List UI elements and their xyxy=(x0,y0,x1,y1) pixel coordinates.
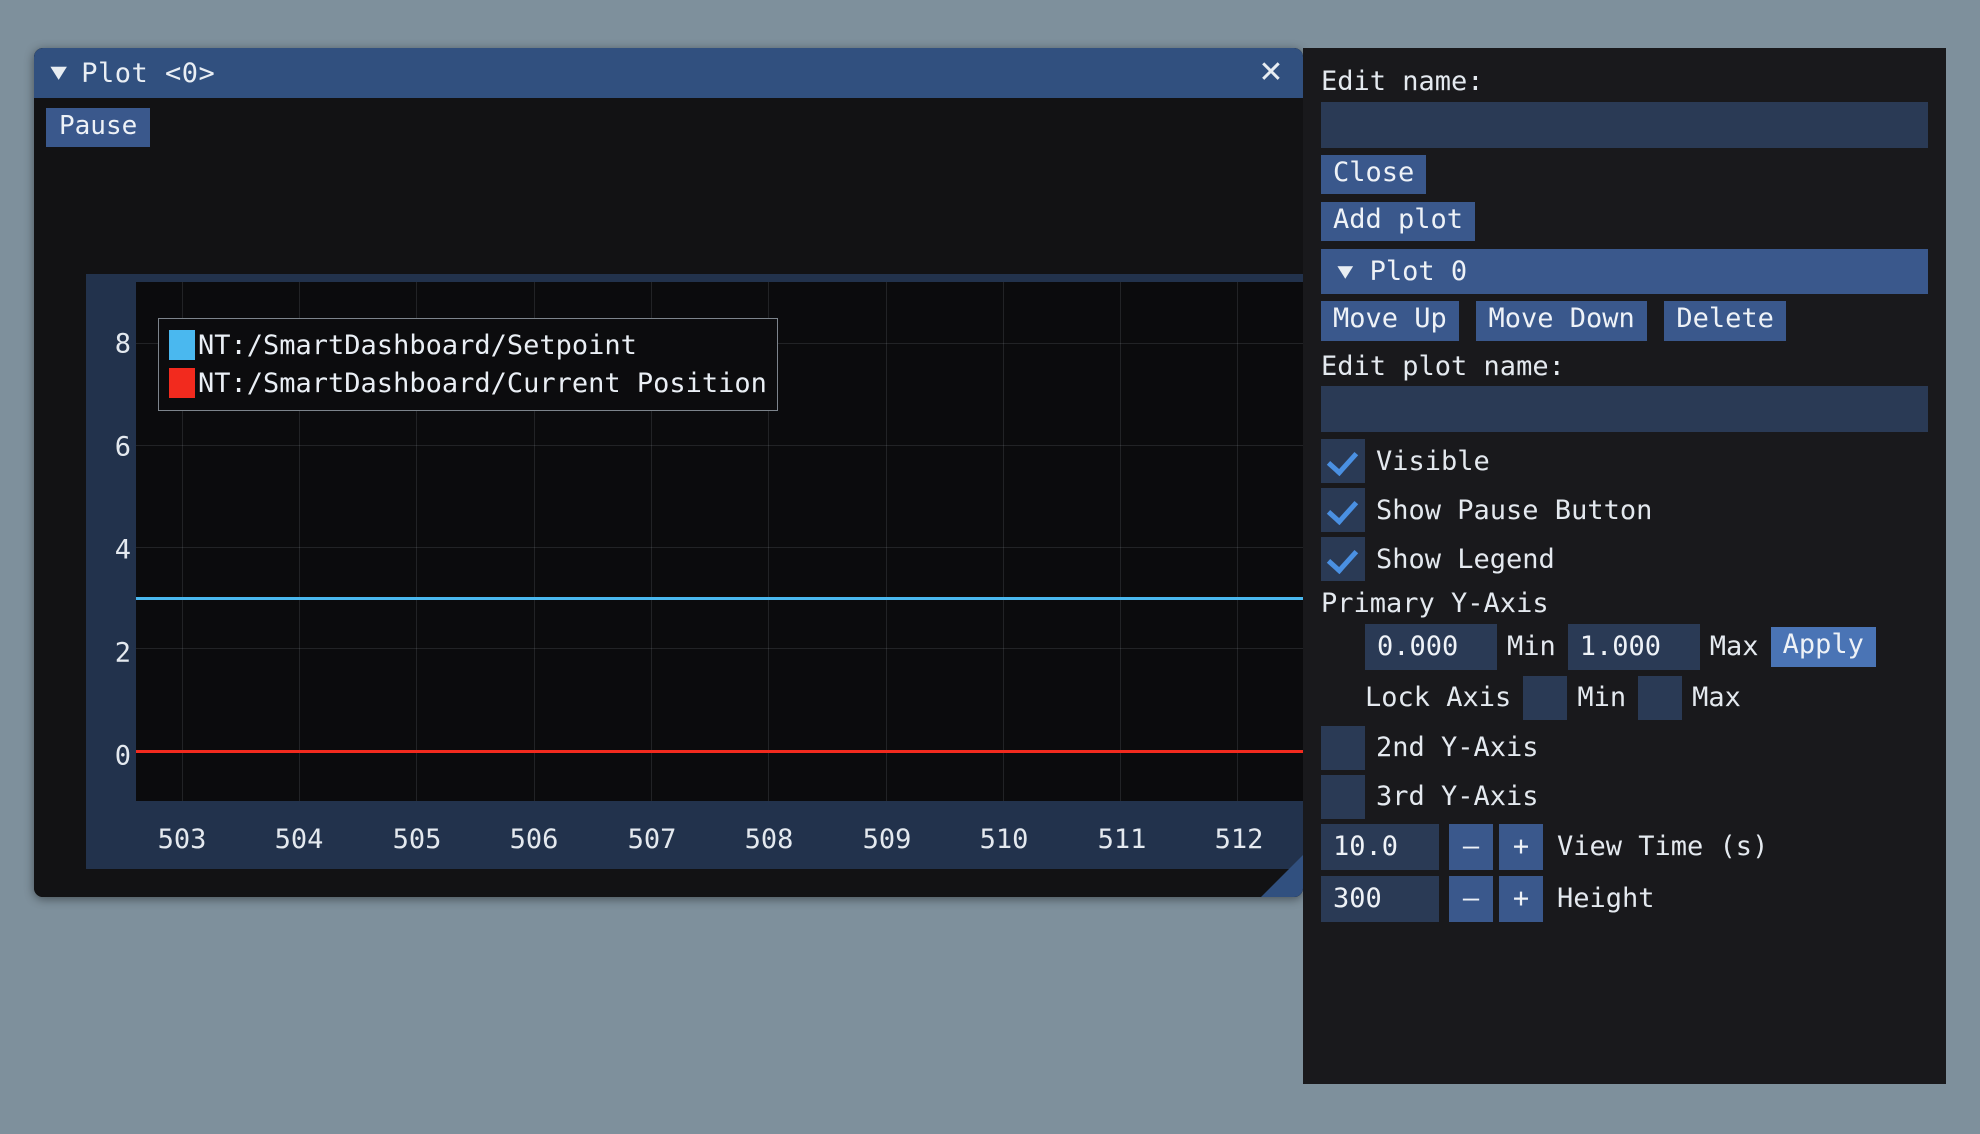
view-time-label: View Time (s) xyxy=(1557,831,1769,863)
gridline-horizontal xyxy=(136,648,1303,650)
lock-axis-max-label: Max xyxy=(1692,682,1741,714)
move-up-button[interactable]: Move Up xyxy=(1321,301,1459,341)
legend-item: NT:/SmartDashboard/Current Position xyxy=(169,364,767,402)
x-axis-tick-label: 510 xyxy=(979,824,1029,855)
plot-window-titlebar[interactable]: ▼ Plot <0> ✕ xyxy=(34,48,1303,98)
chart-frame: NT:/SmartDashboard/Setpoint NT:/SmartDas… xyxy=(86,274,1303,869)
primary-y-axis-heading: Primary Y-Axis xyxy=(1321,588,1549,620)
height-increment-button[interactable]: + xyxy=(1499,875,1543,922)
y-axis-tick-label: 4 xyxy=(114,534,131,566)
checkbox-row-3rd-y-axis[interactable]: 3rd Y-Axis xyxy=(1321,774,1928,819)
y-axis-min-label: Min xyxy=(1507,631,1556,663)
visible-checkbox-label: Visible xyxy=(1376,445,1490,477)
show-pause-button-checkbox[interactable] xyxy=(1321,488,1365,533)
settings-panel: Edit name: Close Add plot ▼ Plot 0 Move … xyxy=(1303,48,1946,1084)
legend-item-label: NT:/SmartDashboard/Current Position xyxy=(198,367,767,399)
second-y-axis-label: 2nd Y-Axis xyxy=(1376,732,1539,764)
lock-axis-row: Lock Axis Min Max xyxy=(1321,675,1928,720)
gridline-vertical xyxy=(1120,282,1122,801)
add-plot-row: Add plot xyxy=(1321,201,1928,242)
y-axis-tick-label: 2 xyxy=(114,637,131,669)
legend-color-swatch xyxy=(169,330,195,360)
show-legend-checkbox[interactable] xyxy=(1321,537,1365,582)
view-time-increment-button[interactable]: + xyxy=(1499,823,1543,870)
series-line-setpoint xyxy=(136,597,1303,601)
height-label: Height xyxy=(1557,883,1655,915)
legend-color-swatch xyxy=(169,368,195,398)
collapse-triangle-icon[interactable]: ▼ xyxy=(50,62,67,84)
primary-y-axis-range-row: 0.000 Min 1.000 Max Apply xyxy=(1321,623,1928,670)
height-stepper-row: 300 – + Height xyxy=(1321,875,1928,922)
third-y-axis-checkbox[interactable] xyxy=(1321,774,1365,819)
y-axis-min-input[interactable]: 0.000 xyxy=(1365,623,1497,670)
third-y-axis-label: 3rd Y-Axis xyxy=(1376,781,1539,813)
window-resize-grip[interactable] xyxy=(1261,855,1303,897)
checkbox-row-show-pause-button[interactable]: Show Pause Button xyxy=(1321,488,1928,533)
series-line-current-position xyxy=(136,750,1303,754)
lock-axis-min-checkbox[interactable] xyxy=(1523,675,1568,720)
show-legend-checkbox-label: Show Legend xyxy=(1376,543,1555,575)
edit-plot-name-label: Edit plot name: xyxy=(1321,350,1565,382)
view-time-stepper-row: 10.0 – + View Time (s) xyxy=(1321,823,1928,870)
edit-name-label: Edit name: xyxy=(1321,66,1484,97)
delete-button[interactable]: Delete xyxy=(1664,301,1786,341)
edit-plot-name-input[interactable] xyxy=(1321,386,1928,433)
x-axis-tick-label: 511 xyxy=(1097,824,1147,855)
add-plot-button[interactable]: Add plot xyxy=(1321,201,1476,242)
visible-checkbox[interactable] xyxy=(1321,439,1365,484)
x-axis-tick-label: 505 xyxy=(392,824,442,855)
legend-item-label: NT:/SmartDashboard/Setpoint xyxy=(198,329,637,361)
plot-order-buttons: Move Up Move Down Delete xyxy=(1321,301,1928,341)
panel-top-buttons: Close xyxy=(1321,154,1928,194)
view-time-decrement-button[interactable]: – xyxy=(1449,823,1493,870)
lock-axis-min-label: Min xyxy=(1577,682,1627,714)
x-axis-tick-label: 504 xyxy=(274,824,324,855)
gridline-vertical xyxy=(1002,282,1004,801)
checkbox-row-show-legend[interactable]: Show Legend xyxy=(1321,537,1928,582)
y-axis-tick-label: 0 xyxy=(114,740,131,772)
gridline-horizontal xyxy=(136,444,1303,446)
y-axis-tick-label: 6 xyxy=(114,431,131,463)
plot-window-title: Plot <0> xyxy=(81,57,216,89)
x-axis-tick-label: 506 xyxy=(509,824,559,855)
show-pause-button-checkbox-label: Show Pause Button xyxy=(1376,494,1653,526)
collapse-triangle-icon[interactable]: ▼ xyxy=(1337,261,1353,282)
close-button[interactable]: Close xyxy=(1321,154,1427,194)
gridline-vertical xyxy=(1237,282,1239,801)
checkbox-row-visible[interactable]: Visible xyxy=(1321,439,1928,484)
checkbox-row-2nd-y-axis[interactable]: 2nd Y-Axis xyxy=(1321,725,1928,770)
view-time-input[interactable]: 10.0 xyxy=(1321,823,1439,870)
x-axis-tick-label: 508 xyxy=(744,824,794,855)
plot-section-title: Plot 0 xyxy=(1369,256,1468,288)
edit-name-input[interactable] xyxy=(1321,101,1928,148)
x-axis-tick-label: 512 xyxy=(1214,824,1264,855)
x-axis-tick-label: 509 xyxy=(862,824,912,855)
x-axis-tick-label: 507 xyxy=(627,824,677,855)
lock-axis-label: Lock Axis xyxy=(1365,682,1512,714)
height-decrement-button[interactable]: – xyxy=(1449,875,1493,922)
plot-window-body: Pause NT:/SmartDashboard/Setpoint NT:/Sm… xyxy=(34,98,1303,897)
plot-window: ▼ Plot <0> ✕ Pause NT:/SmartDashboard/Se… xyxy=(34,48,1303,897)
plot-section-header[interactable]: ▼ Plot 0 xyxy=(1321,249,1928,295)
pause-button[interactable]: Pause xyxy=(46,108,151,148)
y-axis-max-input[interactable]: 1.000 xyxy=(1567,623,1700,670)
y-axis-tick-label: 8 xyxy=(114,328,131,360)
chart-legend: NT:/SmartDashboard/Setpoint NT:/SmartDas… xyxy=(158,318,778,411)
gridline-horizontal xyxy=(136,546,1303,548)
chart-plot-area[interactable]: NT:/SmartDashboard/Setpoint NT:/SmartDas… xyxy=(136,282,1303,801)
gridline-vertical xyxy=(885,282,887,801)
legend-item: NT:/SmartDashboard/Setpoint xyxy=(169,326,767,364)
close-icon[interactable]: ✕ xyxy=(1253,55,1289,91)
height-input[interactable]: 300 xyxy=(1321,875,1439,922)
move-down-button[interactable]: Move Down xyxy=(1476,301,1647,341)
apply-button[interactable]: Apply xyxy=(1770,627,1876,667)
lock-axis-max-checkbox[interactable] xyxy=(1638,675,1683,720)
x-axis-tick-label: 503 xyxy=(157,824,207,855)
y-axis-max-label: Max xyxy=(1709,631,1759,663)
second-y-axis-checkbox[interactable] xyxy=(1321,725,1365,770)
